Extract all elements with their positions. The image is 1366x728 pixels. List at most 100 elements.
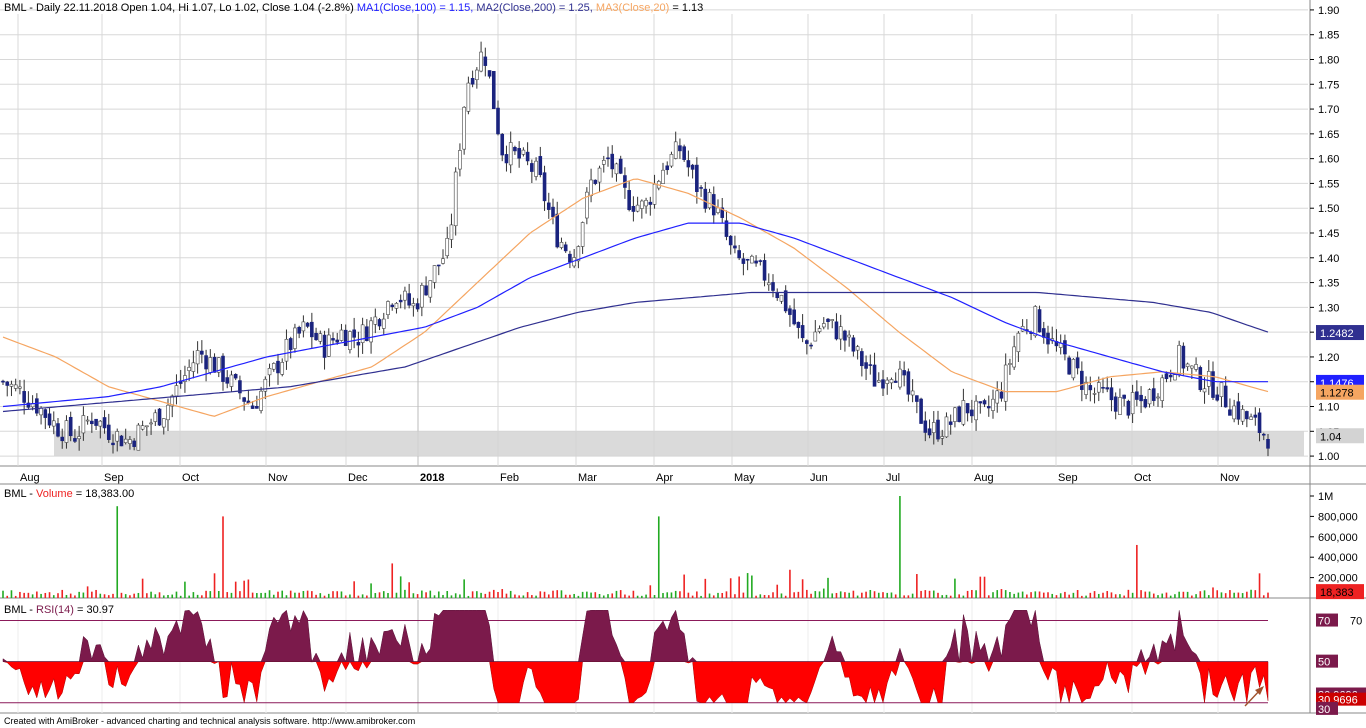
- volume-bar: [598, 593, 601, 598]
- candle-body: [881, 379, 885, 389]
- candle-body: [161, 418, 166, 428]
- volume-bar: [256, 593, 258, 598]
- volume-bar: [264, 592, 267, 598]
- price-panel-header: BML - Daily 22.11.2018 Open 1.04, Hi 1.0…: [4, 2, 703, 14]
- candle-body: [1113, 396, 1118, 412]
- volume-bar: [65, 594, 68, 598]
- candle-body: [106, 424, 111, 440]
- candle-body: [716, 207, 720, 213]
- volume-bar: [336, 591, 339, 598]
- month-label: Jun: [810, 472, 828, 484]
- candle-body: [1016, 332, 1021, 353]
- volume-bar: [1064, 591, 1066, 598]
- volume-bar: [154, 594, 157, 598]
- volume-bar: [687, 592, 690, 598]
- volume-bar: [78, 591, 80, 598]
- candle-body: [1037, 309, 1042, 333]
- volume-bar: [958, 594, 960, 598]
- candle-body: [661, 169, 665, 184]
- volume-bar: [395, 592, 398, 598]
- candle-body: [98, 420, 103, 427]
- volume-bar: [361, 594, 364, 598]
- price-tick-label: 1.60: [1318, 154, 1339, 166]
- candle-body: [377, 319, 382, 327]
- volume-bar: [1148, 591, 1151, 598]
- candle-body: [809, 344, 813, 347]
- volume-bar: [1021, 591, 1024, 598]
- volume-bar: [217, 590, 220, 598]
- candle-body: [424, 285, 428, 296]
- candle-body: [750, 255, 754, 264]
- volume-bar: [36, 591, 38, 598]
- candle-body: [479, 51, 483, 72]
- volume-bar: [412, 593, 415, 598]
- volume-bar: [306, 590, 309, 598]
- volume-bar: [99, 593, 102, 598]
- volume-bar: [188, 595, 190, 598]
- volume-bar: [704, 578, 707, 598]
- candle-body: [601, 160, 606, 165]
- volume-bar: [1017, 592, 1020, 598]
- candle-body: [944, 416, 949, 438]
- candle-body: [563, 244, 568, 252]
- volume-bar: [577, 595, 580, 598]
- volume-bar: [666, 592, 669, 598]
- volume-bar: [150, 591, 152, 598]
- volume-bar: [941, 595, 944, 598]
- volume-bar: [230, 592, 233, 598]
- volume-bar: [818, 591, 821, 598]
- candle-body: [212, 356, 217, 373]
- candle-body: [297, 326, 301, 334]
- candle-body: [356, 341, 361, 346]
- rsi-header-prefix: BML -: [4, 604, 33, 616]
- candle-body: [386, 301, 390, 315]
- candle-body: [775, 292, 780, 299]
- candle-body: [250, 405, 255, 409]
- candle-body: [805, 340, 809, 344]
- volume-bar: [201, 595, 203, 598]
- volume-bar: [873, 591, 876, 598]
- candle-body: [1122, 394, 1126, 399]
- candle-body: [788, 308, 792, 315]
- candle-body: [847, 334, 851, 338]
- volume-bar: [564, 594, 567, 598]
- volume-bar: [1250, 589, 1252, 598]
- candle-body: [132, 440, 136, 447]
- price-tick-label: 1.90: [1318, 5, 1339, 17]
- candle-body: [758, 260, 763, 262]
- candle-body: [157, 408, 162, 426]
- candle-body: [174, 385, 179, 397]
- volume-bar: [209, 591, 212, 598]
- candle-body: [648, 201, 653, 205]
- candle-body: [47, 413, 52, 426]
- candle-body: [864, 362, 868, 369]
- candle-body: [487, 70, 492, 77]
- volume-bar: [683, 574, 685, 598]
- candle-body: [546, 202, 551, 210]
- candle-body: [280, 362, 285, 375]
- volume-bar: [624, 594, 626, 598]
- volume-bar: [247, 579, 250, 598]
- candle-body: [513, 147, 517, 152]
- volume-bar: [52, 595, 55, 598]
- candle-body: [407, 293, 411, 306]
- stock-chart[interactable]: 1.001.051.101.151.201.251.301.351.401.45…: [0, 0, 1366, 728]
- month-label: 2018: [420, 472, 444, 484]
- candle-body: [123, 438, 128, 443]
- candle-body: [843, 330, 847, 341]
- volume-bar: [890, 592, 893, 598]
- volume-bar: [1195, 594, 1197, 598]
- volume-bar: [184, 581, 186, 598]
- candle-body: [826, 318, 830, 322]
- volume-bar: [61, 589, 64, 598]
- candle-body: [838, 326, 843, 340]
- volume-bar: [162, 595, 165, 598]
- candle-body: [22, 391, 26, 403]
- volume-last-tag: 18,383: [1320, 587, 1354, 599]
- volume-bar: [1102, 592, 1104, 598]
- volume-bar: [543, 591, 546, 598]
- month-label: Nov: [268, 472, 288, 484]
- volume-bar: [332, 591, 334, 598]
- candle-body: [652, 184, 657, 205]
- volume-bar: [74, 595, 76, 598]
